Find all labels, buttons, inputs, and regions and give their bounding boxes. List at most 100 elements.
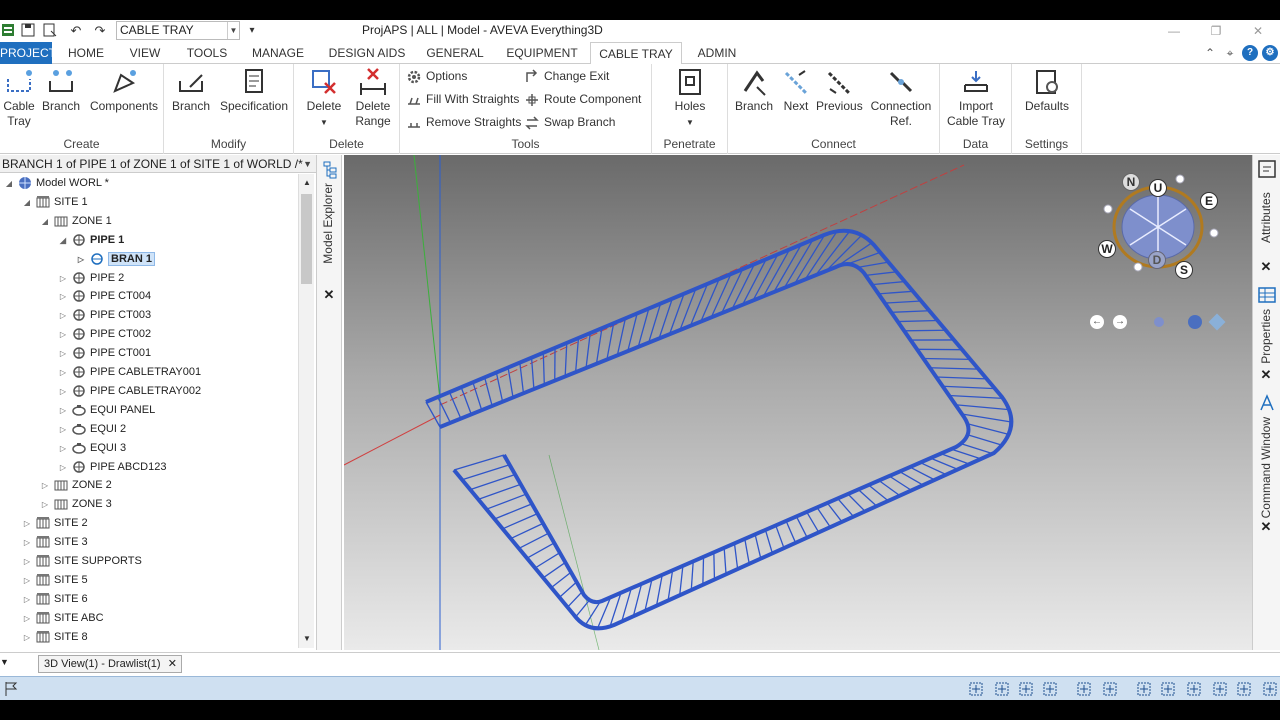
tree-item[interactable]: ▷ EQUI 3 — [58, 439, 126, 458]
expand-icon[interactable]: ▷ — [22, 590, 32, 609]
create-branch-button[interactable]: Branch — [40, 67, 82, 114]
tree-item[interactable]: ◢ PIPE 1 — [58, 231, 124, 250]
tab-general[interactable]: GENERAL — [422, 42, 488, 64]
delete-button[interactable]: Delete ▼ — [302, 67, 346, 130]
tree-item[interactable]: ▷ SITE 3 — [22, 533, 88, 552]
attributes-icon[interactable] — [1257, 159, 1277, 182]
command-window-icon[interactable] — [1257, 393, 1277, 416]
tree-item[interactable]: ▷ SITE 8 — [22, 628, 88, 647]
expand-icon[interactable]: ▷ — [58, 458, 68, 477]
tree-item[interactable]: ◢ ZONE 1 — [40, 212, 112, 231]
expand-icon[interactable]: ▷ — [76, 250, 86, 269]
axis-icon[interactable] — [1186, 681, 1202, 697]
tab-manage[interactable]: MANAGE — [246, 42, 310, 64]
doc-tab-3d-view[interactable]: 3D View(1) - Drawlist(1) ✕ — [38, 655, 182, 673]
expand-icon[interactable]: ▷ — [58, 363, 68, 382]
customize-qat-icon[interactable]: ▾ — [244, 23, 260, 39]
compass-north[interactable]: N — [1122, 173, 1140, 191]
dist-left-icon[interactable] — [1136, 681, 1152, 697]
expand-icon[interactable]: ▷ — [58, 306, 68, 325]
grid-lock-icon[interactable] — [1262, 681, 1278, 697]
scroll-up-icon[interactable]: ▲ — [299, 176, 315, 190]
change-exit-button[interactable]: Change Exit — [524, 66, 609, 86]
tree-item[interactable]: ▷ PIPE ABCD123 — [58, 458, 167, 477]
modify-branch-button[interactable]: Branch — [170, 67, 212, 114]
expand-icon[interactable]: ▷ — [22, 533, 32, 552]
3d-viewport[interactable]: N U E W D S ← → — [344, 155, 1252, 650]
specification-button[interactable]: Specification — [218, 67, 290, 114]
cable-tray-model[interactable] — [425, 228, 1014, 631]
next-button[interactable]: Next — [778, 67, 814, 114]
compass-west[interactable]: W — [1098, 240, 1116, 258]
dimension-icon[interactable] — [1076, 681, 1092, 697]
chevron-down-icon[interactable]: ▼ — [303, 155, 312, 172]
tree-scrollbar[interactable]: ▲ ▼ — [298, 174, 314, 648]
collapse-icon[interactable]: ◢ — [22, 193, 32, 212]
model-tree[interactable]: ◢ Model WORL * ◢ SITE 1 ◢ ZONE 1 ◢ PIPE 1 ▷ BRAN … — [0, 174, 298, 648]
remove-straights-button[interactable]: Remove Straights — [406, 112, 521, 132]
close-properties-icon[interactable]: ✕ — [1259, 367, 1273, 383]
expand-icon[interactable]: ▷ — [58, 325, 68, 344]
tab-view[interactable]: VIEW — [122, 42, 168, 64]
tab-admin[interactable]: ADMIN — [690, 42, 744, 64]
tree-item[interactable]: ▷ PIPE CT003 — [58, 306, 151, 325]
close-button[interactable]: ✕ — [1248, 23, 1268, 39]
properties-icon[interactable] — [1257, 285, 1277, 308]
previous-button[interactable]: Previous — [816, 67, 863, 114]
pick-icon[interactable] — [1102, 681, 1118, 697]
expand-icon[interactable]: ▷ — [58, 382, 68, 401]
connection-ref-button[interactable]: Connection Ref. — [866, 67, 936, 129]
delete-dropdown-icon[interactable]: ▼ — [320, 118, 328, 127]
components-button[interactable]: Components — [88, 67, 160, 114]
clip-icon[interactable] — [1042, 681, 1058, 697]
locate-icon[interactable]: ⌖ — [1222, 45, 1238, 61]
tree-item[interactable]: ▷ PIPE CT001 — [58, 344, 151, 363]
tree-item[interactable]: ▷ ZONE 3 — [40, 495, 112, 514]
redo-icon[interactable]: ↷ — [92, 23, 108, 39]
expand-icon[interactable]: ▷ — [22, 609, 32, 628]
save-work-icon[interactable] — [42, 23, 58, 39]
scroll-thumb[interactable] — [301, 194, 312, 284]
tree-item[interactable]: ▷ EQUI PANEL — [58, 401, 155, 420]
cable-tray-button[interactable]: Cable Tray — [2, 67, 36, 129]
orbit-dot-icon[interactable] — [1154, 317, 1164, 327]
dist-right-icon[interactable] — [1160, 681, 1176, 697]
tree-item[interactable]: ▷ SITE ABC — [22, 609, 104, 628]
expand-icon[interactable]: ▷ — [58, 287, 68, 306]
save-icon[interactable] — [20, 23, 36, 39]
expand-icon[interactable]: ▷ — [22, 552, 32, 571]
defaults-button[interactable]: Defaults — [1020, 67, 1074, 114]
compass-up[interactable]: U — [1149, 179, 1167, 197]
expand-icon[interactable]: ▷ — [58, 420, 68, 439]
expand-icon[interactable]: ▷ — [40, 495, 50, 514]
compass-south[interactable]: S — [1175, 261, 1193, 279]
minimize-button[interactable]: — — [1164, 23, 1184, 39]
tree-item[interactable]: ▷ SITE SUPPORTS — [22, 552, 142, 571]
tree-item[interactable]: ▷ PIPE CT004 — [58, 287, 151, 306]
holes-button[interactable]: Holes ▼ — [666, 67, 714, 130]
measure-icon[interactable] — [1018, 681, 1034, 697]
fill-with-straights-button[interactable]: Fill With Straights — [406, 89, 519, 109]
expand-icon[interactable]: ▷ — [58, 344, 68, 363]
tree-item[interactable]: ◢ Model WORL * — [4, 174, 109, 193]
compass-down[interactable]: D — [1148, 251, 1166, 269]
settings-icon[interactable]: ⚙ — [1262, 45, 1278, 61]
tree-item[interactable]: ◢ SITE 1 — [22, 193, 88, 212]
maximize-button[interactable]: ❐ — [1206, 23, 1226, 39]
collapse-ribbon-icon[interactable]: ⌃ — [1202, 45, 1218, 61]
compass-east[interactable]: E — [1200, 192, 1218, 210]
connect-branch-button[interactable]: Branch — [732, 67, 776, 114]
doc-tabs-dropdown-icon[interactable]: ▼ — [0, 657, 9, 667]
rotate-right-icon[interactable]: → — [1113, 315, 1127, 329]
view-compass[interactable]: N U E W D S — [1096, 169, 1222, 279]
home-globe-icon[interactable] — [1188, 315, 1202, 329]
holes-dropdown-icon[interactable]: ▼ — [686, 118, 694, 127]
snap-icon[interactable] — [994, 681, 1010, 697]
swap-branch-button[interactable]: Swap Branch — [524, 112, 615, 132]
options-button[interactable]: Options — [406, 66, 467, 86]
expand-icon[interactable]: ▷ — [22, 571, 32, 590]
tree-item[interactable]: ▷ PIPE CABLETRAY002 — [58, 382, 201, 401]
breadcrumb[interactable]: BRANCH 1 of PIPE 1 of ZONE 1 of SITE 1 o… — [0, 155, 316, 173]
route-component-button[interactable]: Route Component — [524, 89, 641, 109]
close-icon[interactable]: ✕ — [322, 287, 336, 303]
